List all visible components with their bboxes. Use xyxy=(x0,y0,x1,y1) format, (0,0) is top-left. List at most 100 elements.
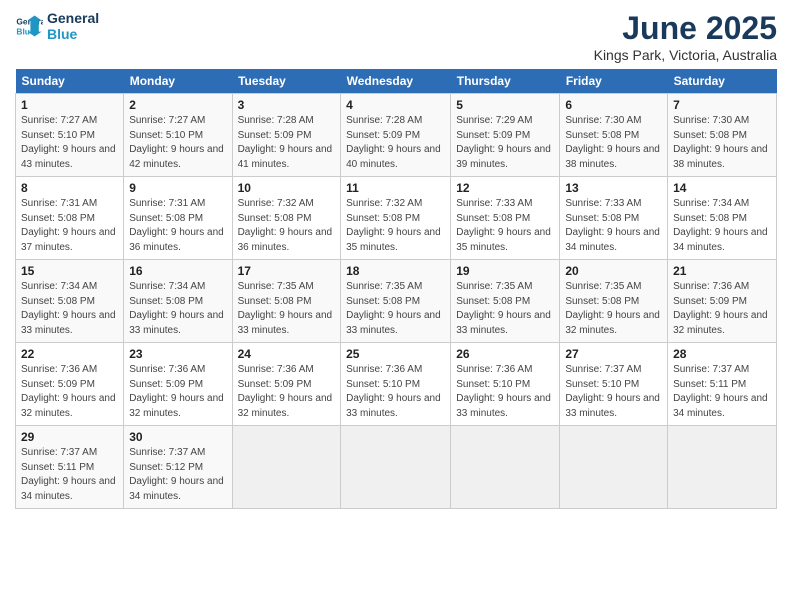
day-cell-17: 17 Sunrise: 7:35 AM Sunset: 5:08 PM Dayl… xyxy=(232,260,341,343)
day-cell-3: 3 Sunrise: 7:28 AM Sunset: 5:09 PM Dayli… xyxy=(232,94,341,177)
day-cell-29: 29 Sunrise: 7:37 AM Sunset: 5:11 PM Dayl… xyxy=(16,426,124,509)
dow-header-thursday: Thursday xyxy=(451,69,560,94)
day-number: 18 xyxy=(346,264,445,278)
week-row-4: 22 Sunrise: 7:36 AM Sunset: 5:09 PM Dayl… xyxy=(16,343,777,426)
day-cell-14: 14 Sunrise: 7:34 AM Sunset: 5:08 PM Dayl… xyxy=(668,177,777,260)
day-number: 11 xyxy=(346,181,445,195)
day-detail: Sunrise: 7:36 AM Sunset: 5:09 PM Dayligh… xyxy=(238,363,336,421)
logo-general: General xyxy=(47,10,99,26)
calendar-body: 1 Sunrise: 7:27 AM Sunset: 5:10 PM Dayli… xyxy=(16,94,777,509)
day-detail: Sunrise: 7:35 AM Sunset: 5:08 PM Dayligh… xyxy=(456,280,554,338)
day-of-week-header-row: SundayMondayTuesdayWednesdayThursdayFrid… xyxy=(16,69,777,94)
day-detail: Sunrise: 7:37 AM Sunset: 5:11 PM Dayligh… xyxy=(673,363,771,421)
day-number: 24 xyxy=(238,347,336,361)
day-number: 28 xyxy=(673,347,771,361)
month-title: June 2025 xyxy=(594,10,777,47)
title-block: June 2025 Kings Park, Victoria, Australi… xyxy=(594,10,777,63)
day-cell-2: 2 Sunrise: 7:27 AM Sunset: 5:10 PM Dayli… xyxy=(124,94,232,177)
day-detail: Sunrise: 7:27 AM Sunset: 5:10 PM Dayligh… xyxy=(129,114,226,172)
day-number: 21 xyxy=(673,264,771,278)
day-detail: Sunrise: 7:36 AM Sunset: 5:10 PM Dayligh… xyxy=(456,363,554,421)
day-cell-13: 13 Sunrise: 7:33 AM Sunset: 5:08 PM Dayl… xyxy=(560,177,668,260)
dow-header-tuesday: Tuesday xyxy=(232,69,341,94)
day-cell-1: 1 Sunrise: 7:27 AM Sunset: 5:10 PM Dayli… xyxy=(16,94,124,177)
day-number: 7 xyxy=(673,98,771,112)
day-cell-5: 5 Sunrise: 7:29 AM Sunset: 5:09 PM Dayli… xyxy=(451,94,560,177)
empty-cell xyxy=(451,426,560,509)
day-number: 20 xyxy=(565,264,662,278)
day-detail: Sunrise: 7:30 AM Sunset: 5:08 PM Dayligh… xyxy=(673,114,771,172)
day-detail: Sunrise: 7:35 AM Sunset: 5:08 PM Dayligh… xyxy=(238,280,336,338)
day-number: 27 xyxy=(565,347,662,361)
empty-cell xyxy=(668,426,777,509)
day-detail: Sunrise: 7:33 AM Sunset: 5:08 PM Dayligh… xyxy=(565,197,662,255)
dow-header-wednesday: Wednesday xyxy=(341,69,451,94)
day-detail: Sunrise: 7:32 AM Sunset: 5:08 PM Dayligh… xyxy=(238,197,336,255)
logo-icon: General Blue xyxy=(15,12,43,40)
day-detail: Sunrise: 7:28 AM Sunset: 5:09 PM Dayligh… xyxy=(238,114,336,172)
day-number: 26 xyxy=(456,347,554,361)
day-cell-9: 9 Sunrise: 7:31 AM Sunset: 5:08 PM Dayli… xyxy=(124,177,232,260)
day-detail: Sunrise: 7:32 AM Sunset: 5:08 PM Dayligh… xyxy=(346,197,445,255)
header: General Blue General Blue June 2025 King… xyxy=(15,10,777,63)
day-cell-6: 6 Sunrise: 7:30 AM Sunset: 5:08 PM Dayli… xyxy=(560,94,668,177)
day-cell-30: 30 Sunrise: 7:37 AM Sunset: 5:12 PM Dayl… xyxy=(124,426,232,509)
day-number: 3 xyxy=(238,98,336,112)
day-cell-16: 16 Sunrise: 7:34 AM Sunset: 5:08 PM Dayl… xyxy=(124,260,232,343)
week-row-5: 29 Sunrise: 7:37 AM Sunset: 5:11 PM Dayl… xyxy=(16,426,777,509)
empty-cell xyxy=(560,426,668,509)
day-number: 8 xyxy=(21,181,118,195)
day-cell-11: 11 Sunrise: 7:32 AM Sunset: 5:08 PM Dayl… xyxy=(341,177,451,260)
day-cell-10: 10 Sunrise: 7:32 AM Sunset: 5:08 PM Dayl… xyxy=(232,177,341,260)
dow-header-sunday: Sunday xyxy=(16,69,124,94)
day-detail: Sunrise: 7:36 AM Sunset: 5:10 PM Dayligh… xyxy=(346,363,445,421)
svg-text:General: General xyxy=(16,17,43,27)
day-detail: Sunrise: 7:31 AM Sunset: 5:08 PM Dayligh… xyxy=(21,197,118,255)
day-cell-12: 12 Sunrise: 7:33 AM Sunset: 5:08 PM Dayl… xyxy=(451,177,560,260)
day-number: 19 xyxy=(456,264,554,278)
day-number: 22 xyxy=(21,347,118,361)
week-row-1: 1 Sunrise: 7:27 AM Sunset: 5:10 PM Dayli… xyxy=(16,94,777,177)
day-detail: Sunrise: 7:37 AM Sunset: 5:11 PM Dayligh… xyxy=(21,446,118,504)
day-number: 6 xyxy=(565,98,662,112)
day-cell-19: 19 Sunrise: 7:35 AM Sunset: 5:08 PM Dayl… xyxy=(451,260,560,343)
dow-header-friday: Friday xyxy=(560,69,668,94)
day-number: 15 xyxy=(21,264,118,278)
day-number: 5 xyxy=(456,98,554,112)
day-number: 23 xyxy=(129,347,226,361)
day-cell-22: 22 Sunrise: 7:36 AM Sunset: 5:09 PM Dayl… xyxy=(16,343,124,426)
day-detail: Sunrise: 7:28 AM Sunset: 5:09 PM Dayligh… xyxy=(346,114,445,172)
day-detail: Sunrise: 7:30 AM Sunset: 5:08 PM Dayligh… xyxy=(565,114,662,172)
day-number: 13 xyxy=(565,181,662,195)
day-detail: Sunrise: 7:34 AM Sunset: 5:08 PM Dayligh… xyxy=(673,197,771,255)
day-cell-15: 15 Sunrise: 7:34 AM Sunset: 5:08 PM Dayl… xyxy=(16,260,124,343)
day-cell-24: 24 Sunrise: 7:36 AM Sunset: 5:09 PM Dayl… xyxy=(232,343,341,426)
day-cell-20: 20 Sunrise: 7:35 AM Sunset: 5:08 PM Dayl… xyxy=(560,260,668,343)
day-detail: Sunrise: 7:35 AM Sunset: 5:08 PM Dayligh… xyxy=(346,280,445,338)
day-number: 16 xyxy=(129,264,226,278)
dow-header-monday: Monday xyxy=(124,69,232,94)
day-cell-8: 8 Sunrise: 7:31 AM Sunset: 5:08 PM Dayli… xyxy=(16,177,124,260)
day-number: 30 xyxy=(129,430,226,444)
day-cell-4: 4 Sunrise: 7:28 AM Sunset: 5:09 PM Dayli… xyxy=(341,94,451,177)
dow-header-saturday: Saturday xyxy=(668,69,777,94)
day-detail: Sunrise: 7:36 AM Sunset: 5:09 PM Dayligh… xyxy=(129,363,226,421)
day-detail: Sunrise: 7:33 AM Sunset: 5:08 PM Dayligh… xyxy=(456,197,554,255)
day-number: 17 xyxy=(238,264,336,278)
day-number: 14 xyxy=(673,181,771,195)
day-detail: Sunrise: 7:36 AM Sunset: 5:09 PM Dayligh… xyxy=(673,280,771,338)
day-detail: Sunrise: 7:31 AM Sunset: 5:08 PM Dayligh… xyxy=(129,197,226,255)
day-number: 1 xyxy=(21,98,118,112)
day-number: 25 xyxy=(346,347,445,361)
day-detail: Sunrise: 7:35 AM Sunset: 5:08 PM Dayligh… xyxy=(565,280,662,338)
day-detail: Sunrise: 7:34 AM Sunset: 5:08 PM Dayligh… xyxy=(129,280,226,338)
day-number: 10 xyxy=(238,181,336,195)
day-number: 2 xyxy=(129,98,226,112)
day-detail: Sunrise: 7:34 AM Sunset: 5:08 PM Dayligh… xyxy=(21,280,118,338)
location-subtitle: Kings Park, Victoria, Australia xyxy=(594,47,777,63)
day-number: 29 xyxy=(21,430,118,444)
day-detail: Sunrise: 7:27 AM Sunset: 5:10 PM Dayligh… xyxy=(21,114,118,172)
day-cell-25: 25 Sunrise: 7:36 AM Sunset: 5:10 PM Dayl… xyxy=(341,343,451,426)
week-row-2: 8 Sunrise: 7:31 AM Sunset: 5:08 PM Dayli… xyxy=(16,177,777,260)
day-detail: Sunrise: 7:29 AM Sunset: 5:09 PM Dayligh… xyxy=(456,114,554,172)
